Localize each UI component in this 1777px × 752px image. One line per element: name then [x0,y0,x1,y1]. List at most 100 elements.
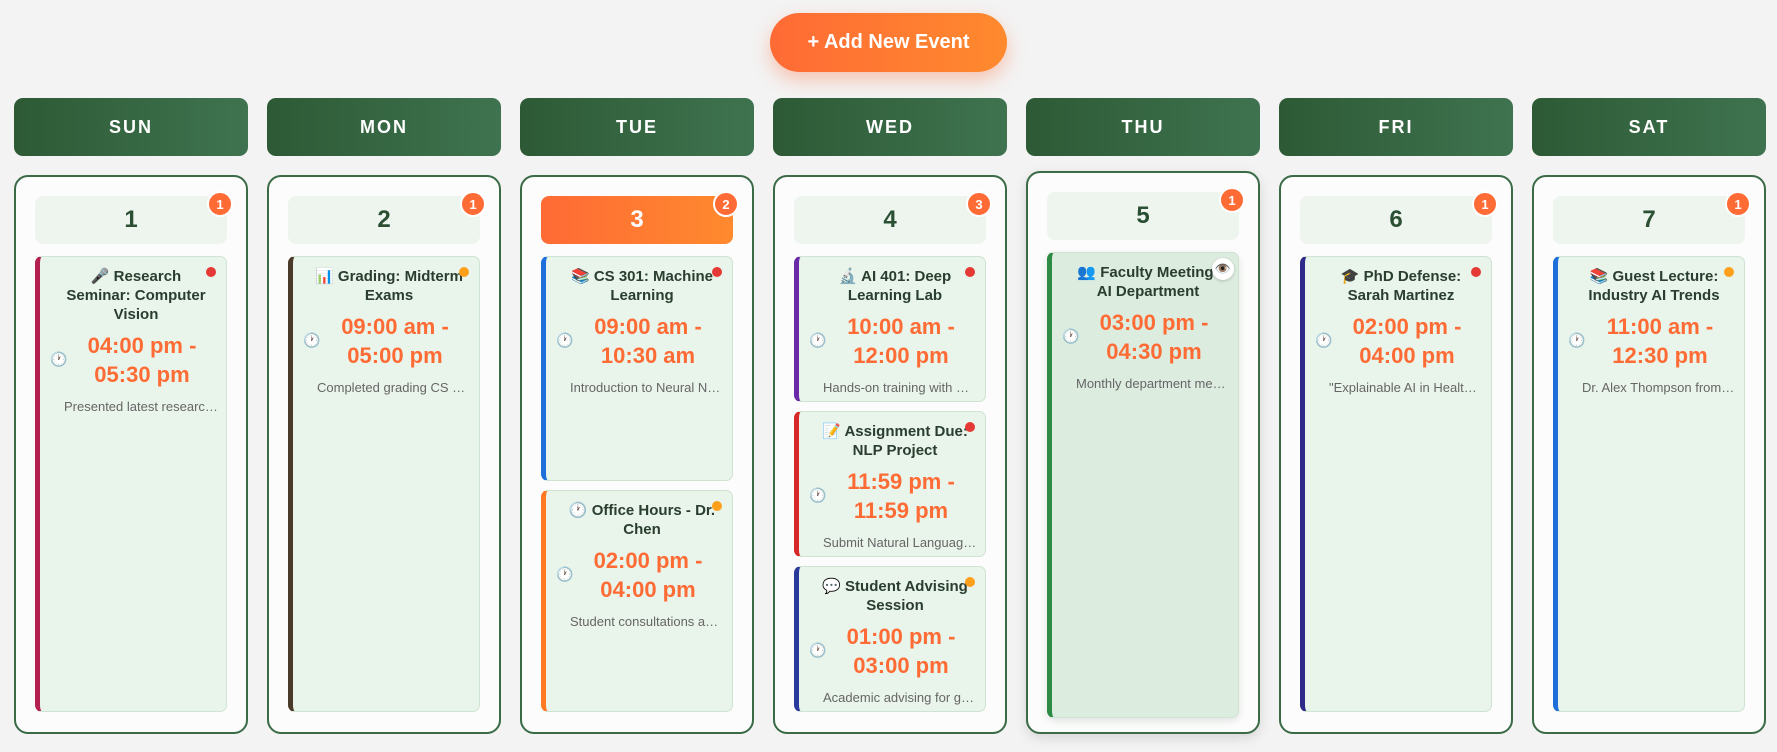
priority-dot-icon [965,422,975,432]
event-description: Submit Natural Language Processing proje… [823,535,977,550]
day-column-sat: SAT 7 1 📚 Guest Lecture: Industry AI Trends… [1532,98,1766,734]
event-count-badge: 1 [1219,187,1245,213]
people-icon: 👥 [1077,264,1097,281]
day-column-fri: FRI 6 1 🎓 PhD Defense: Sarah Martinez 🕐 02:00… [1279,98,1513,734]
event-title-text: Assignment Due: NLP Project [844,423,968,459]
event-title-text: CS 301: Machine Learning [593,268,714,304]
priority-dot-icon [206,267,216,277]
event-list: 📚 Guest Lecture: Industry AI Trends 🕐 11:0… [1553,256,1745,712]
day-cell[interactable]: 2 1 📊 Grading: Midterm Exams 🕐 09:00 am - 05… [267,175,501,734]
event-time: 10:00 am - 12:00 pm [847,314,955,368]
event-description: Hands-on training with PyTorch [823,380,977,395]
day-header-fri: FRI [1279,98,1513,156]
priority-dot-icon [712,267,722,277]
event-title: 🎤 Research Seminar: Computer Vision [54,267,218,324]
priority-dot-icon [965,267,975,277]
event-title-text: Guest Lecture: Industry AI Trends [1588,268,1720,304]
event-time: 02:00 pm - 04:00 pm [593,548,703,602]
day-column-mon: MON 2 1 📊 Grading: Midterm Exams 🕐 09:00 am -… [267,98,501,734]
event-title: 🕐 Office Hours - Dr. Chen [560,501,724,539]
event-time: 04:00 pm - 05:30 pm [87,333,197,387]
event-card[interactable]: 💬 Student Advising Session 🕐 01:00 pm - 03… [794,566,986,712]
day-cell[interactable]: 4 3 🔬 AI 401: Deep Learning Lab 🕐 10:00 am -… [773,175,1007,734]
date-number: 1 [124,206,138,233]
clock-icon: 🕐 [303,333,321,349]
today-date-label: 32 [541,191,739,244]
day-cell[interactable]: 6 1 🎓 PhD Defense: Sarah Martinez 🕐 02:00 pm… [1279,175,1513,734]
clock-icon: 🕐 [809,488,827,504]
clock-icon: 🕐 [1315,333,1333,349]
priority-dot-icon [459,267,469,277]
day-column-sun: SUN 1 1 🎤 Research Seminar: Computer Vision… [14,98,248,734]
event-time: 01:00 pm - 03:00 pm [846,624,956,678]
event-card[interactable]: 🎓 PhD Defense: Sarah Martinez 🕐 02:00 pm -… [1300,256,1492,712]
event-title: 📚 CS 301: Machine Learning [560,267,724,305]
event-title: 📝 Assignment Due: NLP Project [813,422,977,460]
day-header-mon: MON [267,98,501,156]
date-number: 2 [377,206,391,233]
event-time: 11:00 am - 12:30 pm [1606,314,1714,368]
clock-icon: 🕐 [556,567,574,583]
event-description: Presented latest research findings [64,399,218,414]
date-number: 5 [1136,202,1150,229]
event-list: 📚 CS 301: Machine Learning 🕐 09:00 am - 10… [541,256,733,712]
event-title: 🔬 AI 401: Deep Learning Lab [813,267,977,305]
day-header-tue: TUE [520,98,754,156]
event-card[interactable]: 🔬 AI 401: Deep Learning Lab 🕐 10:00 am - 1… [794,256,986,402]
graduation-cap-icon: 🎓 [1340,268,1360,285]
event-list: 🔬 AI 401: Deep Learning Lab 🕐 10:00 am - 1… [794,256,986,712]
event-count-badge: 1 [460,191,486,217]
event-time: 02:00 pm - 04:00 pm [1352,314,1462,368]
event-description: Monthly department meeting [1076,376,1230,391]
event-description: Completed grading CS 301 exams [317,380,471,395]
event-description: Dr. Alex Thompson from TechCorp [1582,380,1736,395]
day-header-thu: THU [1026,98,1260,156]
date-label: 71 [1553,191,1751,244]
day-column-tue: TUE 3 2 📚 CS 301: Machine Learning 🕐 09:00 am… [520,98,754,734]
event-card[interactable]: 🕐 Office Hours - Dr. Chen 🕐 02:00 pm - 04:… [541,490,733,712]
event-card[interactable]: 📊 Grading: Midterm Exams 🕐 09:00 am - 05:0… [288,256,480,712]
event-title-text: Faculty Meeting: AI Department [1096,264,1219,300]
event-title-text: Student Advising Session [845,578,968,614]
event-card[interactable]: 📝 Assignment Due: NLP Project 🕐 11:59 pm -… [794,411,986,557]
date-number: 6 [1389,206,1403,233]
day-header-wed: WED [773,98,1007,156]
event-title: 💬 Student Advising Session [813,577,977,615]
event-time: 03:00 pm - 04:30 pm [1099,310,1209,364]
day-header-sun: SUN [14,98,248,156]
event-title-text: Research Seminar: Computer Vision [66,268,206,323]
event-list: 🎓 PhD Defense: Sarah Martinez 🕐 02:00 pm -… [1300,256,1492,712]
clock-icon: 🕐 [50,352,68,368]
date-label: 21 [288,191,486,244]
event-time: 09:00 am - 05:00 pm [341,314,449,368]
event-card[interactable]: 🎤 Research Seminar: Computer Vision 🕐 04:0… [35,256,227,712]
clock-icon: 🕐 [568,502,588,519]
event-count-badge: 1 [207,191,233,217]
add-new-event-button[interactable]: + Add New Event [770,13,1007,72]
clock-icon: 🕐 [1062,329,1080,345]
event-card[interactable]: 📚 Guest Lecture: Industry AI Trends 🕐 11:0… [1553,256,1745,712]
event-list: 🎤 Research Seminar: Computer Vision 🕐 04:0… [35,256,227,712]
eye-icon[interactable]: 👁️ [1212,258,1234,280]
event-title-text: AI 401: Deep Learning Lab [847,268,952,304]
date-number: 3 [630,206,644,233]
priority-dot-icon [712,501,722,511]
books-icon: 📚 [570,268,590,285]
date-label: 43 [794,191,992,244]
clock-icon: 🕐 [809,333,827,349]
day-cell[interactable]: 7 1 📚 Guest Lecture: Industry AI Trends 🕐 11… [1532,175,1766,734]
event-title-text: Office Hours - Dr. Chen [591,502,716,538]
event-count-badge: 1 [1725,191,1751,217]
priority-dot-icon [965,577,975,587]
event-time: 11:59 pm - 11:59 pm [847,469,955,523]
day-cell[interactable]: 5 1 👥 Faculty Meeting: AI Department 🕐 03:00… [1026,171,1260,734]
event-card[interactable]: 👥 Faculty Meeting: AI Department 🕐 03:00 p… [1047,252,1239,718]
microphone-icon: 🎤 [90,268,110,285]
day-cell[interactable]: 3 2 📚 CS 301: Machine Learning 🕐 09:00 am - … [520,175,754,734]
day-column-wed: WED 4 3 🔬 AI 401: Deep Learning Lab 🕐 10:00 a… [773,98,1007,734]
day-cell[interactable]: 1 1 🎤 Research Seminar: Computer Vision 🕐 04… [14,175,248,734]
books-icon: 📚 [1589,268,1609,285]
event-card[interactable]: 📚 CS 301: Machine Learning 🕐 09:00 am - 10… [541,256,733,481]
bar-chart-icon: 📊 [315,268,334,285]
event-title-text: Grading: Midterm Exams [337,268,463,304]
